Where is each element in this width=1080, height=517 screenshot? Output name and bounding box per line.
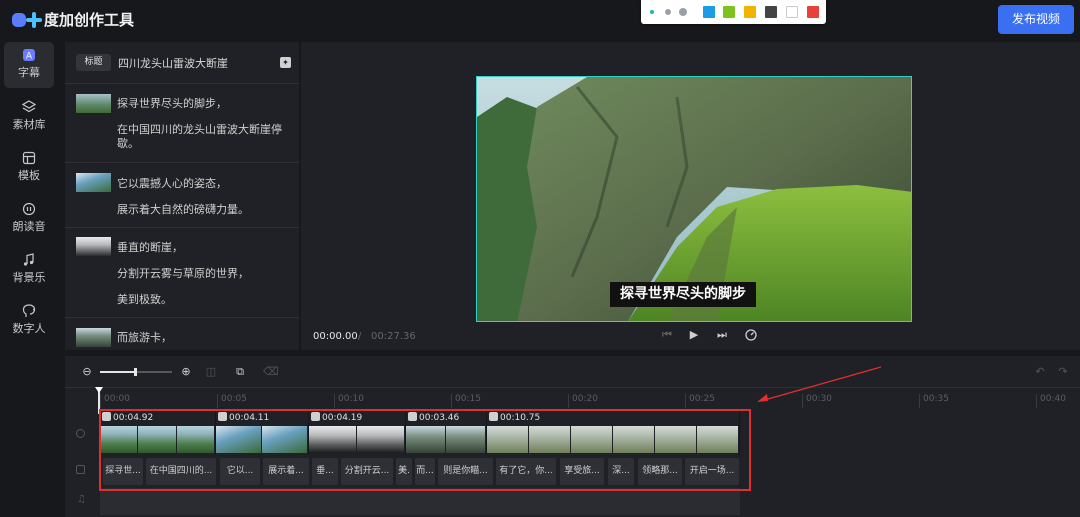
svg-text:A: A xyxy=(26,52,33,62)
caption-line[interactable]: 展示着大自然的磅礴力量。 xyxy=(117,203,287,217)
color-swatch[interactable] xyxy=(765,6,777,18)
caption-segment[interactable]: 探寻世界尽头的脚步， 在中国四川的龙头山雷波大断崖停歇。 xyxy=(65,84,299,163)
skip-previous-icon[interactable]: ⏮ xyxy=(660,328,674,342)
color-swatch[interactable] xyxy=(703,6,715,18)
zoom-out-icon[interactable]: ⊖ xyxy=(81,366,93,378)
video-subtitle: 探寻世界尽头的脚步 xyxy=(610,282,756,307)
text-track-icon xyxy=(76,465,85,474)
skip-next-icon[interactable]: ⏭ xyxy=(715,328,729,342)
ruler-tick: 00:15 xyxy=(451,394,481,408)
zoom-in-icon[interactable]: ⊕ xyxy=(180,366,192,378)
copy-icon[interactable]: ⧉ xyxy=(234,366,246,378)
ruler-tick: 00:20 xyxy=(568,394,598,408)
segment-thumbnail xyxy=(76,173,111,192)
title-row[interactable]: 标题 四川龙头山雷波大断崖 ✦ xyxy=(65,42,299,84)
clip-duration-label: 00:04.19 xyxy=(322,413,363,423)
undo-icon[interactable]: ↶ xyxy=(1034,366,1046,378)
top-bar xyxy=(0,0,1080,42)
ruler-tick: 00:25 xyxy=(685,394,715,408)
current-time: 00:00.00 xyxy=(313,331,358,342)
annotation-arrow xyxy=(757,366,882,402)
app-logo xyxy=(12,12,42,28)
timer-icon[interactable] xyxy=(744,328,758,342)
segment-thumbnail xyxy=(76,328,111,347)
caption-line[interactable]: 分割开云雾与草原的世界， xyxy=(117,267,287,281)
music-icon xyxy=(23,253,34,266)
ai-sparkle-icon xyxy=(102,412,111,421)
clip-duration-label: 00:04.92 xyxy=(113,413,154,423)
ai-sparkle-icon xyxy=(408,412,417,421)
voice-icon xyxy=(22,202,36,216)
clip-duration: 00:04.19 xyxy=(311,412,362,425)
pen-size-small[interactable] xyxy=(650,10,654,14)
clip-duration-label: 00:10.75 xyxy=(500,413,541,423)
clip-duration: 00:04.11 xyxy=(218,412,269,425)
ruler-tick: 00:35 xyxy=(919,394,949,408)
video-track-icon xyxy=(76,429,85,438)
ai-sparkle-icon xyxy=(218,412,227,421)
time-ruler[interactable]: 00:00 00:05 00:10 00:15 00:20 00:25 00:30 00:35… xyxy=(100,390,1080,408)
sidebar-item-templates[interactable]: 模板 xyxy=(4,145,54,191)
audio-track[interactable] xyxy=(100,488,740,515)
caption-segment[interactable]: 而旅游卡， xyxy=(65,319,299,350)
color-swatch[interactable] xyxy=(744,6,756,18)
total-time: 00:27.36 xyxy=(371,331,416,342)
publish-video-button[interactable]: 发布视频 xyxy=(998,5,1074,34)
play-icon[interactable]: ▶ xyxy=(687,328,701,342)
clip-duration-label: 00:04.11 xyxy=(229,413,270,423)
color-swatch[interactable] xyxy=(723,6,735,18)
clip-duration: 00:03.46 xyxy=(408,412,459,425)
ai-sparkle-icon xyxy=(489,412,498,421)
sidebar-item-library[interactable]: 素材库 xyxy=(4,94,54,140)
clip-duration: 00:10.75 xyxy=(489,412,540,425)
timeline-toolbar: ⊖ ⊕ ◫ ⧉ ⌫ ↶ ↷ xyxy=(65,356,1080,388)
app-title: 度加创作工具 xyxy=(44,11,135,29)
subtitle-icon: A xyxy=(23,49,35,62)
zoom-slider[interactable] xyxy=(100,368,172,376)
ruler-tick: 00:05 xyxy=(217,394,247,408)
caption-line[interactable]: 美到极致。 xyxy=(117,293,287,307)
ai-sparkle-icon xyxy=(311,412,320,421)
ruler-tick: 00:40 xyxy=(1036,394,1066,408)
caption-line[interactable]: 它以震撼人心的姿态， xyxy=(117,177,287,191)
clip-duration-label: 00:03.46 xyxy=(419,413,460,423)
segment-thumbnail xyxy=(76,237,111,256)
ai-sparkle-icon[interactable]: ✦ xyxy=(280,57,291,68)
caption-line[interactable]: 而旅游卡， xyxy=(117,331,287,345)
caption-segment[interactable]: 它以震撼人心的姿态， 展示着大自然的磅礴力量。 xyxy=(65,164,299,228)
color-swatch[interactable] xyxy=(786,6,798,18)
segment-thumbnail xyxy=(76,94,111,113)
caption-segment[interactable]: 垂直的断崖， 分割开云雾与草原的世界， 美到极致。 xyxy=(65,229,299,318)
sidebar: A 字幕 素材库 模板 朗读音 背景乐 数字人 xyxy=(0,42,58,517)
time-separator: / xyxy=(358,331,362,342)
pen-size-medium[interactable] xyxy=(665,9,671,15)
caption-line[interactable]: 在中国四川的龙头山雷波大断崖停歇。 xyxy=(117,123,287,151)
audio-track-icon: ♫ xyxy=(77,494,86,505)
ruler-tick: 00:10 xyxy=(334,394,364,408)
sidebar-item-music[interactable]: 背景乐 xyxy=(4,247,54,293)
caption-line[interactable]: 探寻世界尽头的脚步， xyxy=(117,97,287,111)
sidebar-item-subtitles[interactable]: A 字幕 xyxy=(4,42,54,88)
title-tag: 标题 xyxy=(76,54,111,71)
redo-icon[interactable]: ↷ xyxy=(1057,366,1069,378)
caption-line[interactable]: 垂直的断崖， xyxy=(117,241,287,255)
clip-duration: 00:04.92 xyxy=(102,412,153,425)
caption-panel: 标题 四川龙头山雷波大断崖 ✦ 探寻世界尽头的脚步， 在中国四川的龙头山雷波大断… xyxy=(65,42,299,350)
split-icon[interactable]: ◫ xyxy=(205,366,217,378)
ruler-tick: 00:00 xyxy=(100,394,130,408)
pen-size-large[interactable] xyxy=(679,8,687,16)
template-icon xyxy=(22,151,36,165)
sidebar-item-digital-human[interactable]: 数字人 xyxy=(4,298,54,344)
avatar-icon xyxy=(22,304,36,317)
color-swatch[interactable] xyxy=(807,6,819,18)
sidebar-item-voice[interactable]: 朗读音 xyxy=(4,196,54,242)
delete-icon[interactable]: ⌫ xyxy=(263,366,279,378)
video-title[interactable]: 四川龙头山雷波大断崖 xyxy=(118,55,228,71)
layers-icon xyxy=(22,100,36,113)
annotation-toolbar xyxy=(641,0,826,24)
